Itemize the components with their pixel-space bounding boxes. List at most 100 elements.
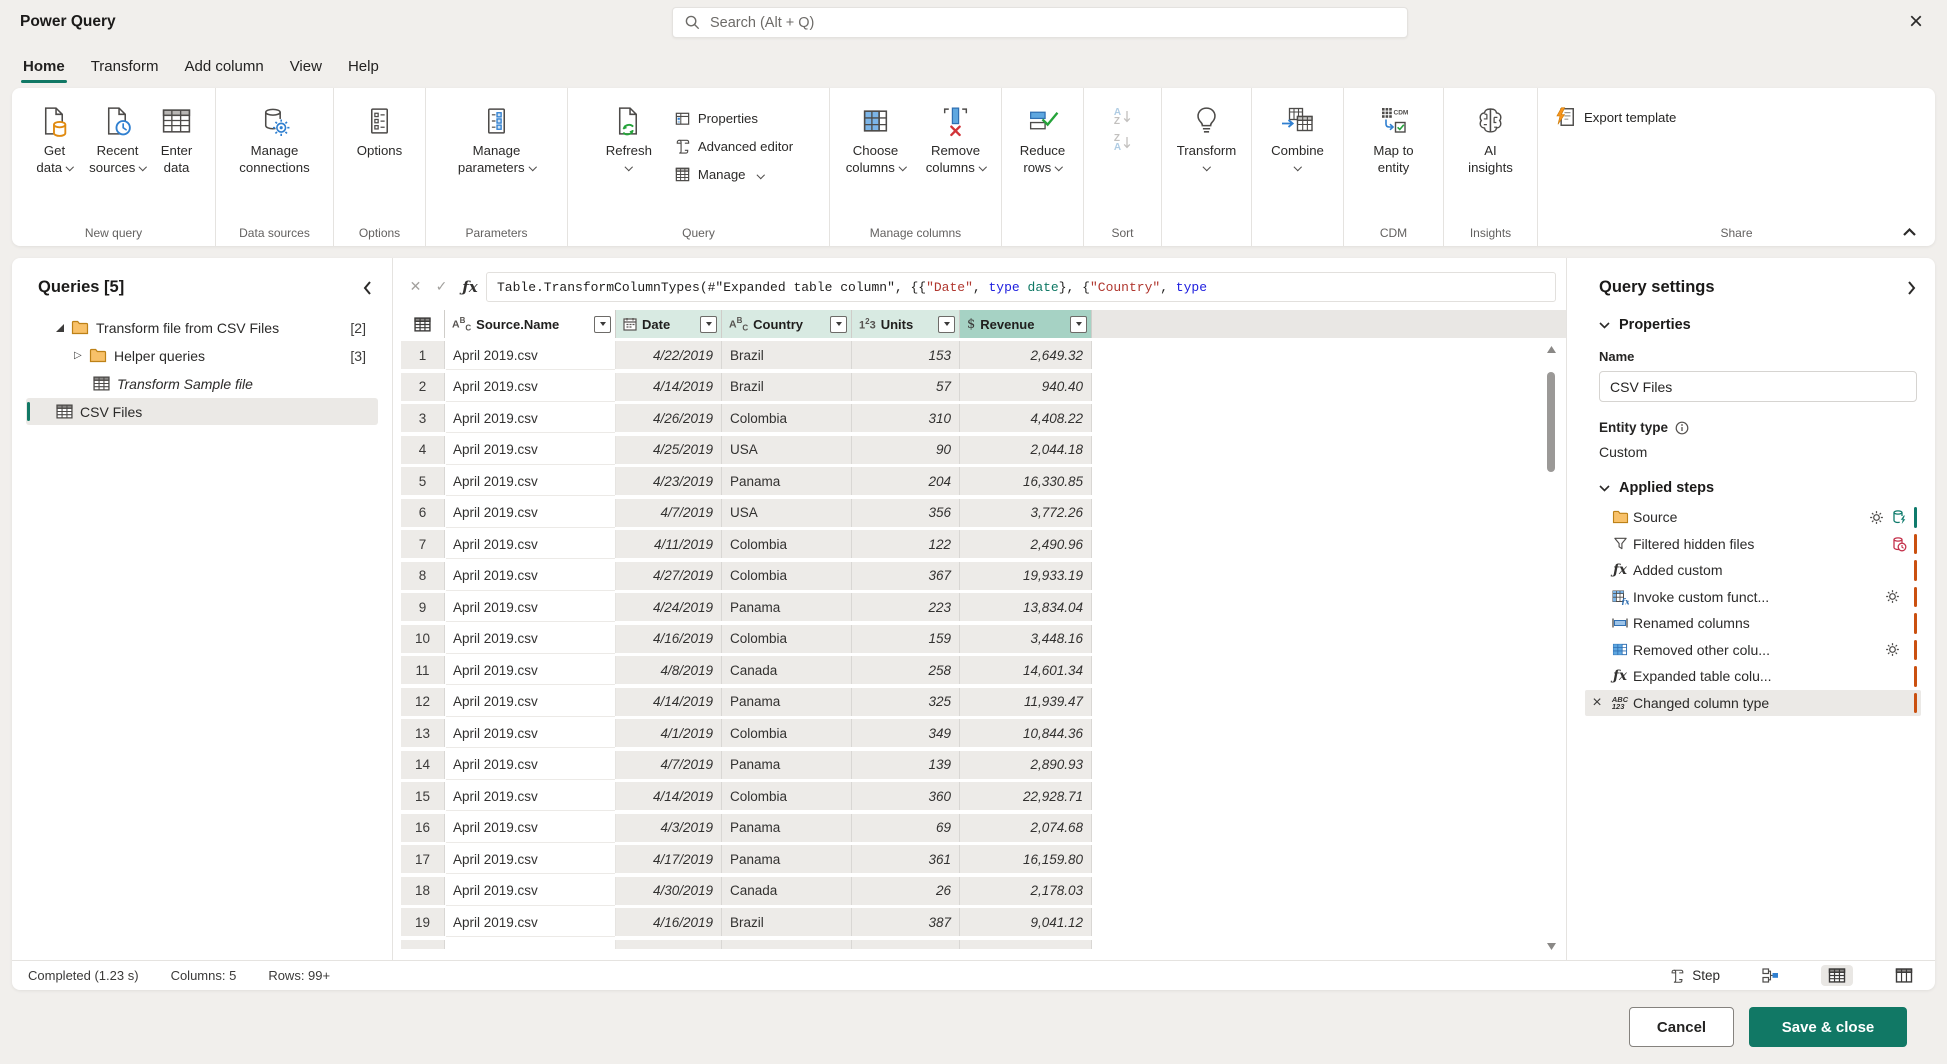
tab-help[interactable]: Help <box>335 44 392 88</box>
cell-country[interactable]: Brazil <box>722 341 852 369</box>
cell-date[interactable]: 4/17/2019 <box>616 845 722 873</box>
cell-units[interactable]: 139 <box>852 751 960 779</box>
table-row[interactable]: 14 April 2019.csv 4/7/2019 Panama 139 2,… <box>401 751 1566 779</box>
cell-row-number[interactable]: 15 <box>401 782 445 810</box>
tree-collapsed-icon[interactable]: ▷ <box>74 350 82 361</box>
cell-date[interactable]: 4/27/2019 <box>616 562 722 590</box>
cell-units[interactable]: 122 <box>852 530 960 558</box>
cell-revenue[interactable]: 4,408.22 <box>960 404 1092 432</box>
cell-units[interactable]: 26 <box>852 877 960 905</box>
table-row[interactable]: 9 April 2019.csv 4/24/2019 Panama 223 13… <box>401 593 1566 621</box>
enter-data-button[interactable]: Enter data <box>153 98 201 178</box>
cell-date[interactable]: 4/7/2019 <box>616 499 722 527</box>
cell-revenue[interactable]: 16,159.80 <box>960 845 1092 873</box>
table-row[interactable]: 7 April 2019.csv 4/11/2019 Colombia 122 … <box>401 530 1566 558</box>
search-box[interactable] <box>672 7 1408 38</box>
cell-units[interactable]: 361 <box>852 845 960 873</box>
sort-descending-button[interactable]: ZA <box>1114 134 1131 152</box>
cell-units[interactable]: 204 <box>852 467 960 495</box>
table-row[interactable]: 17 April 2019.csv 4/17/2019 Panama 361 1… <box>401 845 1566 873</box>
cell-units[interactable]: 57 <box>852 373 960 401</box>
filter-button[interactable] <box>830 316 847 333</box>
cell-source-name[interactable]: April 2019.csv <box>445 751 616 779</box>
tab-view[interactable]: View <box>277 44 335 88</box>
cell-source-name[interactable]: April 2019.csv <box>445 373 616 401</box>
cell-revenue[interactable]: 2,649.32 <box>960 341 1092 369</box>
manage-parameters-button[interactable]: Manage parameters <box>450 98 544 178</box>
cell-country[interactable]: Panama <box>722 593 852 621</box>
cell-country[interactable]: Brazil <box>722 373 852 401</box>
step-settings-icon[interactable] <box>1885 642 1900 657</box>
cell-revenue[interactable]: 2,044.18 <box>960 436 1092 464</box>
cell-source-name[interactable]: April 2019.csv <box>445 467 616 495</box>
cell-units[interactable]: 387 <box>852 908 960 936</box>
column-header-country[interactable]: ABC Country <box>722 310 852 338</box>
cell-date[interactable]: 4/25/2019 <box>616 436 722 464</box>
cell-revenue[interactable]: 13,834.04 <box>960 593 1092 621</box>
cell-country[interactable]: USA <box>722 499 852 527</box>
cell-units[interactable]: 69 <box>852 814 960 842</box>
get-data-button[interactable]: Get data <box>27 98 83 178</box>
table-row[interactable]: 16 April 2019.csv 4/3/2019 Panama 69 2,0… <box>401 814 1566 842</box>
filter-button[interactable] <box>938 316 955 333</box>
filter-button[interactable] <box>1070 316 1087 333</box>
reduce-rows-button[interactable]: Reduce rows <box>1011 98 1075 178</box>
advanced-editor-button[interactable]: Advanced editor <box>668 134 799 159</box>
cell-date[interactable]: 4/3/2019 <box>616 814 722 842</box>
cell-date[interactable]: 4/1/2019 <box>616 719 722 747</box>
query-item[interactable]: Transform Sample file <box>26 370 378 397</box>
table-row[interactable]: 19 April 2019.csv 4/16/2019 Brazil 387 9… <box>401 908 1566 936</box>
cell-date[interactable]: 4/16/2019 <box>616 908 722 936</box>
table-row[interactable]: 12 April 2019.csv 4/14/2019 Panama 325 1… <box>401 688 1566 716</box>
export-template-button[interactable]: Export template <box>1542 98 1686 128</box>
cell-row-number[interactable]: 8 <box>401 562 445 590</box>
data-view-button[interactable] <box>1821 965 1853 986</box>
cell-date[interactable]: 4/14/2019 <box>616 782 722 810</box>
applied-step[interactable]: Renamed columns <box>1585 610 1921 637</box>
cell-units[interactable]: 349 <box>852 719 960 747</box>
manage-button[interactable]: Manage <box>668 162 799 187</box>
cell-units[interactable]: 258 <box>852 656 960 684</box>
cell-row-number[interactable]: 4 <box>401 436 445 464</box>
cell-row-number[interactable]: 12 <box>401 688 445 716</box>
cell-country[interactable]: Colombia <box>722 562 852 590</box>
applied-step[interactable]: Filtered hidden files <box>1585 531 1921 558</box>
cell-source-name[interactable]: April 2019.csv <box>445 562 616 590</box>
cell-country[interactable]: Colombia <box>722 782 852 810</box>
refresh-button[interactable]: Refresh <box>598 98 660 171</box>
table-row[interactable]: 6 April 2019.csv 4/7/2019 USA 356 3,772.… <box>401 499 1566 527</box>
cell-units[interactable]: 223 <box>852 593 960 621</box>
cell-units[interactable]: 360 <box>852 782 960 810</box>
applied-step[interactable]: ƒx Added custom <box>1585 557 1921 584</box>
applied-steps-section-header[interactable]: Applied steps <box>1599 480 1921 496</box>
cell-row-number[interactable]: 5 <box>401 467 445 495</box>
table-row[interactable]: 5 April 2019.csv 4/23/2019 Panama 204 16… <box>401 467 1566 495</box>
query-folder-item[interactable]: ▷ Helper queries [3] <box>26 342 378 369</box>
save-and-close-button[interactable]: Save & close <box>1749 1007 1907 1047</box>
formula-accept-button[interactable]: ✓ <box>429 279 454 295</box>
cell-revenue[interactable]: 19,933.19 <box>960 562 1092 590</box>
cell-revenue[interactable]: 940.40 <box>960 373 1092 401</box>
schema-view-button[interactable] <box>1895 968 1913 983</box>
search-input[interactable] <box>710 15 1395 31</box>
cell-row-number[interactable]: 3 <box>401 404 445 432</box>
cell-source-name[interactable]: April 2019.csv <box>445 436 616 464</box>
cell-source-name[interactable]: April 2019.csv <box>445 341 616 369</box>
filter-button[interactable] <box>594 316 611 333</box>
table-row[interactable]: 18 April 2019.csv 4/30/2019 Canada 26 2,… <box>401 877 1566 905</box>
window-close-button[interactable]: × <box>1905 12 1927 32</box>
cell-date[interactable]: 4/26/2019 <box>616 404 722 432</box>
cell-country[interactable]: Panama <box>722 751 852 779</box>
applied-step[interactable]: Source <box>1585 504 1921 531</box>
table-row[interactable]: 4 April 2019.csv 4/25/2019 USA 90 2,044.… <box>401 436 1566 464</box>
options-button[interactable]: Options <box>351 98 409 162</box>
cancel-button[interactable]: Cancel <box>1629 1007 1734 1047</box>
cell-revenue[interactable]: 2,074.68 <box>960 814 1092 842</box>
cell-date[interactable]: 4/14/2019 <box>616 688 722 716</box>
cell-source-name[interactable]: April 2019.csv <box>445 530 616 558</box>
query-folder-item[interactable]: Transform file from CSV Files [2] <box>26 314 378 341</box>
cell-row-number[interactable]: 17 <box>401 845 445 873</box>
cell-units[interactable]: 90 <box>852 436 960 464</box>
step-settings-icon[interactable] <box>1885 589 1900 604</box>
cell-country[interactable]: Colombia <box>722 404 852 432</box>
